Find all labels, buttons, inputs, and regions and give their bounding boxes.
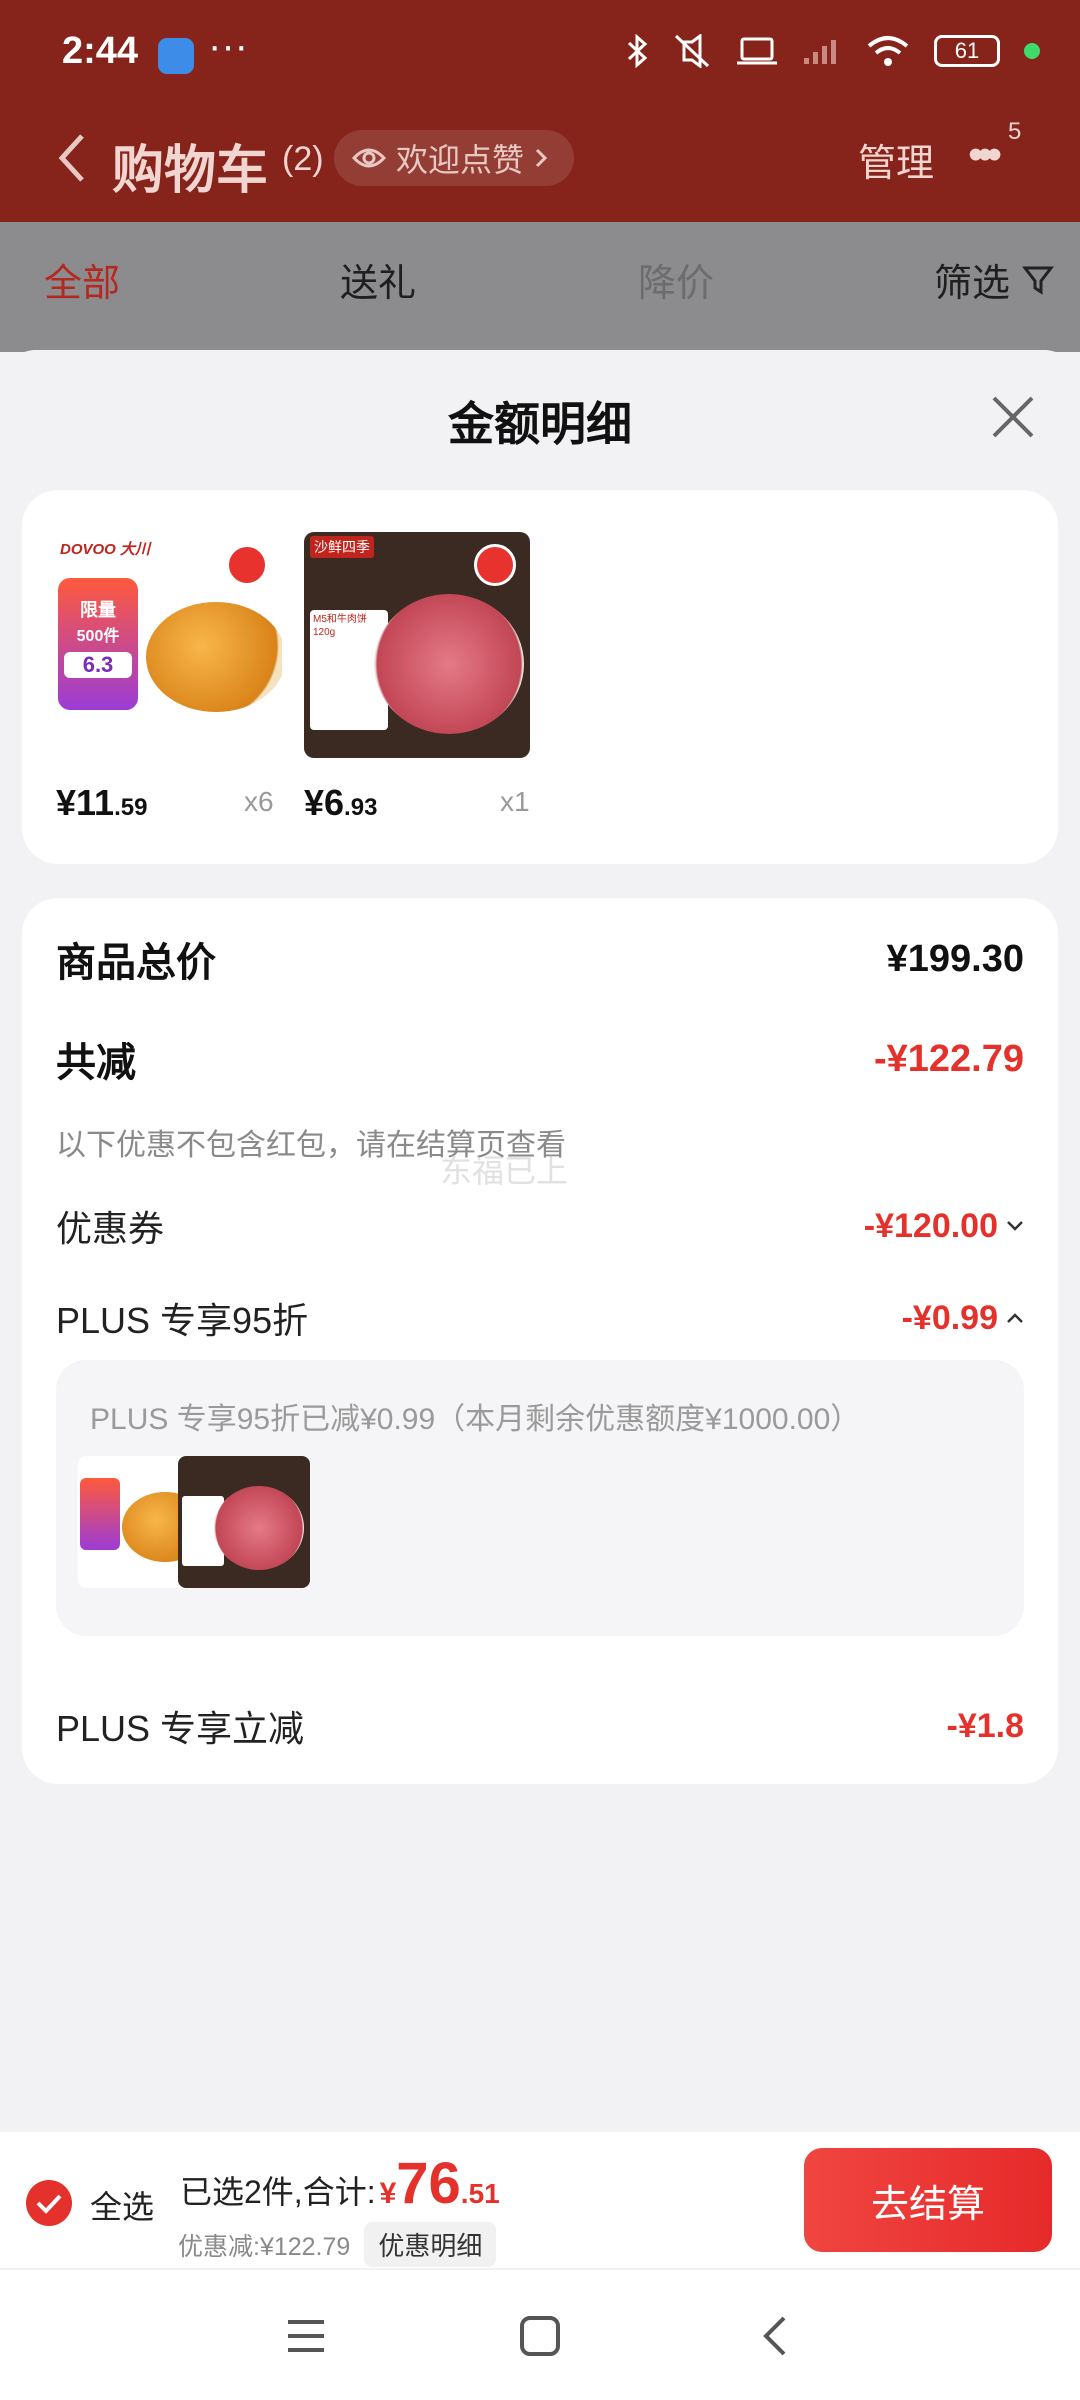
selected-check-icon — [474, 544, 516, 586]
product-price-int: ¥11 — [56, 782, 115, 823]
product-label-text: M5和牛肉饼120g — [313, 614, 367, 638]
status-time: 2:44 — [62, 30, 139, 72]
cart-tabs: 全部 送礼 降价 筛选 — [0, 222, 1080, 352]
filter-icon[interactable] — [1022, 264, 1054, 296]
manage-button[interactable]: 管理 — [858, 132, 934, 187]
status-more-icon: ··· — [208, 24, 248, 68]
total-label: 商品总价 — [56, 941, 216, 985]
plus95-value-wrap: -¥0.99 — [902, 1299, 1024, 1338]
home-icon[interactable] — [518, 2314, 562, 2358]
eye-icon — [352, 148, 386, 168]
plus-cut-value: -¥1.8 — [946, 1706, 1025, 1745]
back-icon[interactable] — [754, 2314, 798, 2358]
check-icon — [36, 2194, 62, 2214]
plus95-detail-box: PLUS 专享95折已减¥0.99（本月剩余优惠额度¥1000.00） — [56, 1360, 1024, 1636]
chevron-down-icon — [1007, 1221, 1023, 1231]
plus-cut-label: PLUS 专享立减 — [56, 1708, 305, 1749]
coupon-label: 优惠券 — [56, 1208, 165, 1249]
battery-icon: 61 — [934, 35, 1000, 67]
status-icons: 61 — [626, 34, 1040, 68]
coupon-value: -¥120.00 — [863, 1206, 998, 1245]
coupon-row[interactable]: 优惠券 -¥120.00 — [56, 1200, 1024, 1252]
total-summary: 已选2件,合计: ¥ 76 .51 — [180, 2150, 500, 2217]
plus-cut-row: PLUS 专享立减 -¥1.8 — [56, 1700, 1024, 1752]
menu-icon[interactable] — [284, 2314, 328, 2358]
promo-tag-text: 限量 — [80, 600, 116, 620]
page-title: 购物车 — [112, 142, 269, 200]
product-price-dec: .59 — [114, 794, 148, 821]
product-price-int: ¥6 — [304, 782, 345, 823]
product-price: ¥11.59 — [56, 782, 147, 824]
laptop-icon — [737, 37, 777, 65]
cart-count: (2) — [282, 140, 324, 178]
chevron-up-icon — [1007, 1313, 1023, 1323]
plus95-value: -¥0.99 — [901, 1298, 998, 1337]
products-card: DOVOO 大川 限量 500件 6.3 ¥11.59 x6 沙鲜四季 M5和牛… — [22, 490, 1058, 864]
summary-yen: ¥ — [379, 2177, 397, 2210]
product-qty: x1 — [500, 786, 530, 817]
selected-check-icon — [226, 544, 268, 586]
tab-all[interactable]: 全部 — [44, 252, 120, 307]
product-item[interactable]: 沙鲜四季 M5和牛肉饼120g ¥6.93 x1 — [304, 532, 530, 823]
mini-product-beef — [178, 1456, 310, 1588]
signal-icon — [804, 40, 836, 64]
discount-amount: 优惠减:¥122.79 — [178, 2232, 351, 2261]
product-image-chicken: DOVOO 大川 限量 500件 6.3 — [56, 532, 282, 758]
summary-label: 已选2件,合计: — [180, 2174, 376, 2210]
promo-tag-count: 500件 — [76, 628, 120, 645]
summary-total-int: 76 — [396, 2151, 461, 2216]
plus95-label: PLUS 专享95折 — [56, 1300, 309, 1341]
discount-line: 优惠减:¥122.79 优惠明细 — [178, 2222, 497, 2267]
summary-total-dec: .51 — [460, 2178, 500, 2209]
more-icon[interactable]: ••• — [968, 130, 1002, 180]
wifi-icon — [867, 36, 909, 66]
plus95-row[interactable]: PLUS 专享95折 -¥0.99 — [56, 1292, 1024, 1344]
watermark: 东福已上 — [440, 1153, 569, 1189]
plus95-note: PLUS 专享95折已减¥0.99（本月剩余优惠额度¥1000.00） — [90, 1403, 861, 1436]
discount-detail-button[interactable]: 优惠明细 — [364, 2222, 497, 2267]
like-pill-label: 欢迎点赞 — [396, 142, 525, 178]
reduce-value: -¥122.79 — [873, 1037, 1024, 1080]
more-badge: 5 — [1008, 118, 1022, 145]
checkout-button[interactable]: 去结算 — [804, 2148, 1052, 2252]
close-icon[interactable] — [990, 394, 1036, 440]
system-nav-bar — [0, 2270, 1080, 2400]
patty-illustration — [374, 594, 524, 734]
product-price-dec: .93 — [344, 794, 378, 821]
price-detail-card: 商品总价 ¥199.30 共减 -¥122.79 以下优惠不包含红包，请在结算页… — [22, 898, 1058, 1784]
tab-gift[interactable]: 送礼 — [340, 252, 416, 307]
chevron-right-icon — [535, 148, 548, 168]
select-all-label[interactable]: 全选 — [90, 2182, 154, 2228]
product-brand: DOVOO 大川 — [60, 541, 151, 558]
like-pill[interactable]: 欢迎点赞 — [334, 130, 575, 186]
reduce-label: 共减 — [56, 1041, 136, 1085]
mute-icon — [674, 34, 710, 68]
privacy-indicator-icon — [1024, 43, 1040, 59]
tab-filter[interactable]: 筛选 — [934, 252, 1010, 307]
product-item[interactable]: DOVOO 大川 限量 500件 6.3 ¥11.59 x6 — [56, 532, 282, 823]
product-image-beef: 沙鲜四季 M5和牛肉饼120g — [304, 532, 530, 758]
back-arrow-icon[interactable] — [52, 128, 92, 188]
amount-detail-sheet: 金额明细 DOVOO 大川 限量 500件 6.3 ¥11.59 x6 沙鲜四季 — [0, 350, 1080, 2130]
promo-tag-price: 6.3 — [64, 652, 132, 678]
mini-patty-illustration — [214, 1486, 304, 1570]
total-value: ¥199.30 — [886, 937, 1024, 980]
checkout-bar: 全选 已选2件,合计: ¥ 76 .51 优惠减:¥122.79 优惠明细 去结… — [0, 2132, 1080, 2268]
select-all-checkbox[interactable] — [26, 2180, 72, 2226]
product-price: ¥6.93 — [304, 782, 377, 824]
app-notification-icon — [158, 38, 194, 74]
chicken-illustration — [146, 602, 282, 712]
coupon-value-wrap: -¥120.00 — [864, 1207, 1024, 1246]
sheet-title: 金额明细 — [448, 398, 632, 450]
total-row: 商品总价 ¥199.30 — [56, 930, 1024, 988]
status-bar: 2:44 ··· 61 — [0, 0, 1080, 110]
tab-price-drop[interactable]: 降价 — [638, 252, 714, 307]
cart-header: 购物车 (2) 欢迎点赞 管理 ••• 5 — [0, 110, 1080, 222]
bluetooth-icon — [627, 34, 648, 68]
product-qty: x6 — [244, 786, 274, 817]
mini-promo-tag — [80, 1478, 120, 1550]
promo-tag: 限量 500件 6.3 — [58, 578, 138, 710]
reduce-row: 共减 -¥122.79 — [56, 1030, 1024, 1088]
product-tag: 沙鲜四季 — [310, 536, 374, 558]
